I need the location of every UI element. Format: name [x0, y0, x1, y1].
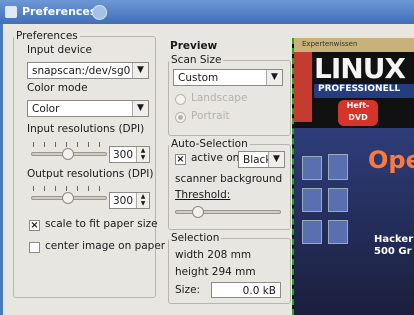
color-mode-select[interactable]: Color ▼ — [27, 100, 149, 117]
cover-top-banner: Expertenwissen — [294, 38, 414, 52]
output-resolution-spinner[interactable]: 300 ▲ ▼ — [109, 192, 150, 209]
output-resolution-slider[interactable] — [31, 192, 107, 204]
auto-selection-checkbox[interactable]: × — [175, 154, 186, 165]
title-bar[interactable]: Preferences — [0, 0, 414, 24]
cover-top-text: Expertenwissen — [302, 40, 358, 48]
input-device-select[interactable]: snapscan:/dev/sg0 ▼ — [27, 62, 149, 79]
window-title: Preferences — [22, 5, 97, 18]
cover-side-band — [294, 52, 312, 122]
size-field: 0.0 kB — [211, 282, 281, 298]
scan-preview-image[interactable]: Expertenwissen LINUX PROFESSIONELL Heft-… — [292, 38, 414, 315]
threshold-slider[interactable] — [175, 206, 281, 218]
scan-size-legend: Scan Size — [171, 54, 222, 66]
chevron-down-icon: ▼ — [132, 101, 148, 116]
scale-to-fit-checkbox[interactable]: × — [29, 220, 40, 231]
color-mode-value: Color — [32, 103, 60, 115]
scale-to-fit-label: scale to fit paper size — [45, 218, 158, 230]
slider-handle[interactable] — [192, 206, 204, 218]
color-mode-label: Color mode — [27, 82, 88, 94]
input-device-label: Input device — [27, 44, 93, 56]
chevron-down-icon: ▼ — [132, 63, 148, 78]
cover-hacker-text: Hacker — [374, 234, 414, 245]
cover-box — [302, 156, 322, 180]
window-menu-button[interactable] — [92, 5, 107, 20]
cover-box — [328, 220, 348, 244]
cover-dvd-badge: Heft-DVD — [338, 100, 378, 126]
chevron-down-icon: ▼ — [268, 152, 284, 167]
scan-size-select[interactable]: Custom ▼ — [173, 69, 283, 86]
chevron-down-icon: ▼ — [266, 70, 282, 85]
spinner-arrows-icon[interactable]: ▲ ▼ — [136, 193, 149, 208]
cover-box — [328, 154, 348, 180]
auto-selection-legend: Auto-Selection — [171, 138, 248, 150]
cover-box — [302, 220, 322, 244]
cover-gr-text: 500 Gr — [374, 246, 412, 257]
app-icon — [5, 6, 17, 18]
auto-color-select[interactable]: Black ▼ — [238, 151, 285, 168]
slider-handle[interactable] — [62, 192, 74, 204]
active-on-label: active on — [191, 152, 240, 164]
portrait-radio[interactable] — [175, 112, 186, 123]
output-resolution-label: Output resolutions (DPI) — [27, 168, 154, 180]
size-value: 0.0 kB — [242, 285, 276, 297]
input-device-value: snapscan:/dev/sg0 — [32, 65, 131, 77]
output-resolution-value: 300 — [113, 195, 134, 207]
spinner-arrows-icon[interactable]: ▲ ▼ — [136, 147, 149, 162]
scanner-background-label: scanner background — [175, 173, 283, 185]
input-resolution-slider[interactable] — [31, 148, 107, 160]
scan-size-value: Custom — [178, 72, 219, 84]
cover-open-headline: Open — [368, 146, 414, 174]
landscape-radio[interactable] — [175, 94, 186, 105]
preview-title: Preview — [170, 40, 218, 52]
slider-handle[interactable] — [62, 148, 74, 160]
cover-professional-bar: PROFESSIONELL — [314, 84, 414, 98]
selection-legend: Selection — [171, 232, 220, 244]
cover-box — [302, 188, 322, 212]
center-image-label: center image on paper — [45, 240, 166, 252]
cover-hacker-headline: Hacker 500 Gr — [374, 234, 413, 258]
input-resolution-spinner[interactable]: 300 ▲ ▼ — [109, 146, 150, 163]
size-label: Size: — [175, 284, 201, 296]
threshold-label: Threshold: — [175, 189, 231, 201]
input-resolution-value: 300 — [113, 149, 134, 161]
landscape-label: Landscape — [191, 92, 248, 104]
input-resolution-label: Input resolutions (DPI) — [27, 123, 145, 135]
cover-box — [328, 188, 348, 212]
selection-height: height 294 mm — [175, 266, 256, 278]
center-image-checkbox[interactable] — [29, 242, 40, 253]
portrait-label: Portrait — [191, 110, 230, 122]
preferences-legend: Preferences — [16, 30, 78, 42]
cover-linux-logo: LINUX — [314, 52, 406, 85]
selection-width: width 208 mm — [175, 249, 252, 261]
